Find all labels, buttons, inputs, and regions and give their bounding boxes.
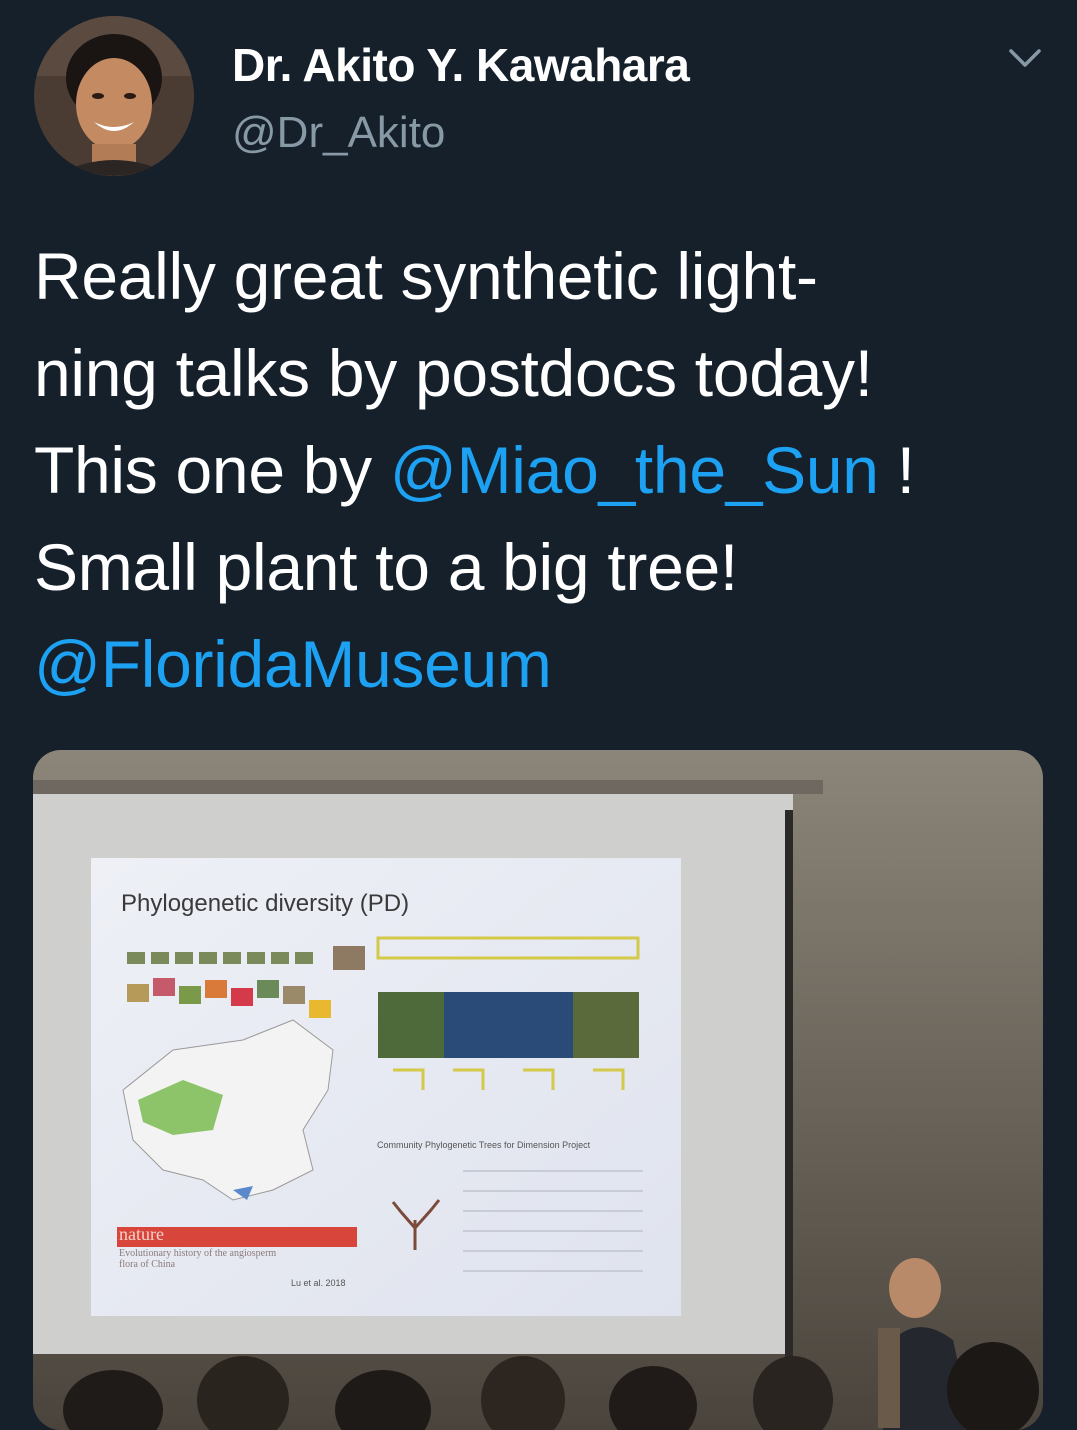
journal-subtitle-line: flora of China <box>119 1259 176 1270</box>
author-display-name[interactable]: Dr. Akito Y. Kawahara <box>232 38 690 92</box>
tweet-menu-button[interactable] <box>1005 42 1045 74</box>
chevron-down-icon <box>1009 49 1041 67</box>
journal-subtitle: Evolutionary history of the angiosperm f… <box>119 1248 276 1270</box>
tweet-text-line: Really great synthetic light- <box>34 239 818 313</box>
profile-photo-icon <box>34 16 194 176</box>
avatar[interactable] <box>34 16 194 176</box>
tweet-text-line: @FloridaMuseum <box>34 616 1054 713</box>
tweet-text-segment: ! <box>878 433 915 507</box>
journal-subtitle-line: Evolutionary history of the angiosperm <box>119 1248 277 1259</box>
tweet-text-segment: This one by <box>34 433 390 507</box>
tweet-body: Really great synthetic light- ning talks… <box>34 228 1054 713</box>
author-handle[interactable]: @Dr_Akito <box>232 108 445 158</box>
tweet[interactable]: Dr. Akito Y. Kawahara @Dr_Akito Really g… <box>0 0 1077 1430</box>
tweet-media-photo[interactable]: Phylogenetic diversity (PD) Community Ph… <box>33 750 1043 1430</box>
slide-title: Phylogenetic diversity (PD) <box>121 890 410 917</box>
mention-link-florida-museum[interactable]: @FloridaMuseum <box>34 627 552 701</box>
slide-caption: Community Phylogenetic Trees for Dimensi… <box>377 1140 591 1150</box>
lecture-photo <box>33 750 1043 1430</box>
journal-label: nature <box>119 1224 164 1244</box>
tweet-text-line: Small plant to a big tree! <box>34 530 738 604</box>
tweet-text-line: ning talks by postdocs today! <box>34 336 873 410</box>
tweet-text-line: This one by @Miao_the_Sun ! <box>34 422 1054 519</box>
slide-citation: Lu et al. 2018 <box>291 1278 346 1288</box>
mention-link-miao[interactable]: @Miao_the_Sun <box>390 433 879 507</box>
